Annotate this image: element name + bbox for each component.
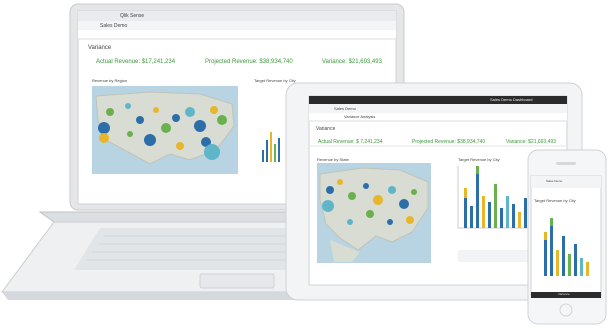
laptop-app-title: Sales Demo xyxy=(100,23,128,29)
laptop-actual-revenue: Actual Revenue: $17,241,234 xyxy=(96,59,176,65)
tablet-section-title: Variance xyxy=(316,126,336,132)
tablet-bar-title: Target Revenue by City xyxy=(458,157,500,162)
tablet-projected-revenue: Projected Revenue: $38,934,740 xyxy=(412,139,486,145)
laptop-section-title: Variance xyxy=(88,45,112,51)
laptop-bar-title: Target Revenue by City xyxy=(254,78,296,83)
tablet-variance: Variance: $21,693,493 xyxy=(506,139,556,145)
phone-footer-label[interactable]: Variance xyxy=(558,292,570,296)
tablet-app-title: Sales Demo xyxy=(334,106,356,111)
laptop-variance: Variance: $21,693,493 xyxy=(322,59,382,65)
tablet-actual-revenue: Actual Revenue: $ 7,241,234 xyxy=(318,139,383,145)
laptop-browser-tab[interactable]: Qlik Sense xyxy=(120,13,144,19)
phone-app-title: Sales Demo xyxy=(546,179,563,183)
phone-chart-title: Target Revenue by City xyxy=(534,198,576,203)
tablet-sheet-title[interactable]: Variance Analysis xyxy=(344,114,375,119)
laptop-map-title: Revenue by Region xyxy=(92,78,128,83)
device-mockup-stage: Qlik Sense Sales Demo Variance Actual Re… xyxy=(0,0,608,330)
tablet-map-title: Revenue by State xyxy=(317,157,349,162)
laptop-projected-revenue: Projected Revenue: $38,934,740 xyxy=(205,59,293,65)
tablet-top-title: Sales Demo Dashboard xyxy=(490,97,533,102)
